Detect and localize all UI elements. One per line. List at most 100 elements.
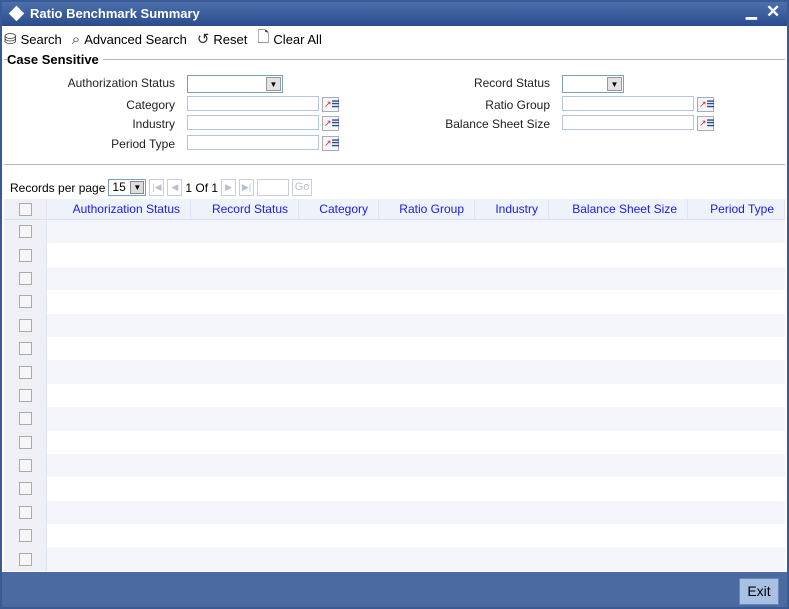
authorization-status-select[interactable]: ▼ <box>187 75 283 93</box>
last-page-button[interactable]: ▶| <box>239 179 255 196</box>
category-lov-icon[interactable]: ↗☰ <box>322 97 340 112</box>
table-row[interactable] <box>4 430 785 454</box>
app-icon <box>8 5 25 22</box>
record-status-select[interactable]: ▼ <box>562 75 624 93</box>
database-search-icon: ⛁ <box>4 31 17 48</box>
minimize-icon[interactable]: ▁ <box>746 3 757 20</box>
ratio-group-lov-icon[interactable]: ↗☰ <box>697 97 715 112</box>
records-per-page-label: Records per page <box>10 180 106 195</box>
table-row[interactable] <box>4 336 785 361</box>
row-select-cell <box>4 266 47 291</box>
industry-input[interactable] <box>187 115 319 130</box>
table-row[interactable] <box>4 524 785 548</box>
pagination-bar: Records per page 15 ▼ |◀ ◀ 1 Of 1 ▶ ▶| Go <box>10 179 313 196</box>
row-checkbox[interactable] <box>18 482 32 496</box>
row-select-cell <box>4 383 47 408</box>
reset-button[interactable]: ↺ Reset <box>197 30 248 48</box>
ratio-group-label: Ratio Group <box>485 98 550 112</box>
table-row[interactable] <box>4 477 785 501</box>
category-input[interactable] <box>187 96 319 111</box>
advanced-search-label: Advanced Search <box>84 31 187 47</box>
table-row[interactable] <box>4 547 785 571</box>
industry-lov-icon[interactable]: ↗☰ <box>322 116 340 131</box>
advanced-search-button[interactable]: ⌕ Advanced Search <box>72 31 187 48</box>
row-checkbox[interactable] <box>18 295 32 309</box>
authorization-status-label: Authorization Status <box>67 76 175 90</box>
table-row[interactable] <box>4 313 785 337</box>
close-icon[interactable]: ✕ <box>766 2 780 22</box>
row-select-cell <box>4 220 47 244</box>
row-select-cell <box>4 290 47 314</box>
row-checkbox[interactable] <box>18 365 32 379</box>
row-select-cell <box>4 407 47 431</box>
row-checkbox[interactable] <box>18 271 32 285</box>
row-select-cell <box>4 477 47 501</box>
row-checkbox[interactable] <box>18 225 32 239</box>
row-select-cell <box>4 547 47 571</box>
row-select-cell <box>4 336 47 361</box>
row-checkbox[interactable] <box>18 248 32 262</box>
ratio-benchmark-summary-window: Ratio Benchmark Summary ▁ ✕ ⛁ Search ⌕ Adv… <box>0 0 789 609</box>
page-info: 1 Of 1 <box>185 180 219 195</box>
period-type-lov-icon[interactable]: ↗☰ <box>322 136 340 151</box>
table-header: Authorization Status Record Status Categor… <box>4 199 785 220</box>
row-checkbox[interactable] <box>18 505 32 519</box>
table-row[interactable] <box>4 360 785 384</box>
row-select-cell <box>4 360 47 384</box>
search-button[interactable]: ⛁ Search <box>4 30 62 48</box>
window-title: Ratio Benchmark Summary <box>30 6 200 21</box>
table-row[interactable] <box>4 500 785 525</box>
row-checkbox[interactable] <box>18 388 32 402</box>
clear-all-button[interactable]: 🗋 Clear All <box>257 27 321 52</box>
search-label: Search <box>20 31 62 47</box>
table-row[interactable] <box>4 290 785 314</box>
table-row[interactable] <box>4 383 785 408</box>
row-checkbox[interactable] <box>18 459 32 473</box>
column-header[interactable]: Record Status <box>191 199 299 219</box>
go-button[interactable]: Go <box>292 179 313 196</box>
table-row[interactable] <box>4 407 785 431</box>
balance-sheet-size-input[interactable] <box>562 115 694 130</box>
title-bar: Ratio Benchmark Summary ▁ ✕ <box>2 2 787 26</box>
chevron-down-icon: ▼ <box>607 77 622 91</box>
record-status-label: Record Status <box>473 76 550 90</box>
previous-page-button[interactable]: ◀ <box>167 179 183 196</box>
row-checkbox[interactable] <box>18 552 32 566</box>
row-checkbox[interactable] <box>18 412 32 426</box>
row-select-cell <box>4 453 47 478</box>
column-header[interactable]: Period Type <box>688 199 785 219</box>
select-all-cell <box>4 199 47 219</box>
ratio-group-input[interactable] <box>562 96 694 111</box>
category-label: Category <box>126 98 175 112</box>
exit-button[interactable]: Exit <box>739 578 779 605</box>
column-header[interactable]: Ratio Group <box>379 199 475 219</box>
reset-icon: ↺ <box>196 31 210 48</box>
next-page-button[interactable]: ▶ <box>221 179 237 196</box>
clear-all-label: Clear All <box>273 31 322 47</box>
table-row[interactable] <box>4 266 785 291</box>
column-header[interactable]: Category <box>299 199 379 219</box>
row-checkbox[interactable] <box>18 435 32 449</box>
records-per-page-value: 15 <box>112 180 126 194</box>
case-sensitive-legend: Case Sensitive <box>7 52 103 67</box>
row-select-cell <box>4 313 47 337</box>
row-select-cell <box>4 500 47 525</box>
column-header[interactable]: Authorization Status <box>47 199 191 219</box>
row-checkbox[interactable] <box>18 318 32 332</box>
balance-sheet-size-lov-icon[interactable]: ↗☰ <box>697 116 715 131</box>
first-page-button[interactable]: |◀ <box>149 179 165 196</box>
toolbar: ⛁ Search ⌕ Advanced Search ↺ Reset 🗋 Clear A… <box>2 26 787 52</box>
column-header[interactable]: Industry <box>475 199 549 219</box>
page-number-input[interactable] <box>257 179 290 196</box>
select-all-checkbox[interactable] <box>18 202 32 216</box>
row-checkbox[interactable] <box>18 342 32 356</box>
records-per-page-select[interactable]: 15 ▼ <box>108 179 147 196</box>
period-type-input[interactable] <box>187 135 319 150</box>
table-row[interactable] <box>4 220 785 244</box>
column-header[interactable]: Balance Sheet Size <box>549 199 688 219</box>
table-row[interactable] <box>4 453 785 478</box>
row-checkbox[interactable] <box>18 529 32 543</box>
balance-sheet-size-label: Balance Sheet Size <box>445 117 550 131</box>
table-row[interactable] <box>4 243 785 267</box>
reset-label: Reset <box>213 31 248 47</box>
